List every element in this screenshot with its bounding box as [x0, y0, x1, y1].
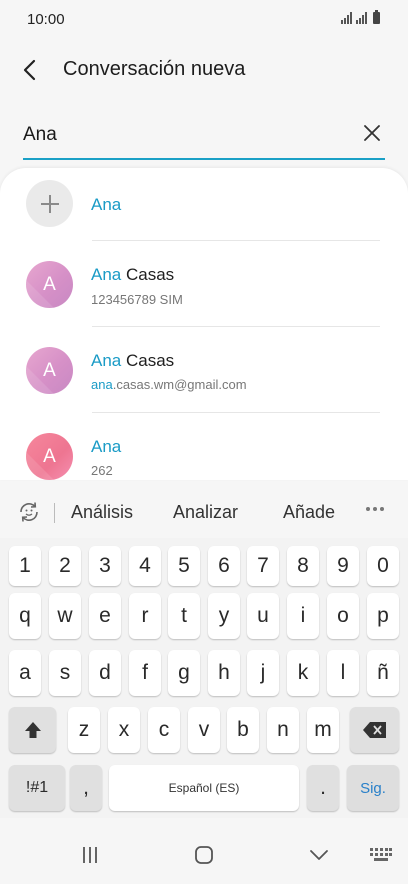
key-8[interactable]: 8 [287, 546, 319, 586]
key-o[interactable]: o [327, 593, 359, 639]
key-1[interactable]: 1 [9, 546, 41, 586]
key-c[interactable]: c [148, 707, 180, 753]
shift-key[interactable] [9, 707, 56, 753]
key-a[interactable]: a [9, 650, 41, 696]
keyboard: 1 2 3 4 5 6 7 8 9 0 q w e r t y u i o p … [0, 538, 408, 818]
keyboard-icon[interactable] [366, 840, 396, 870]
key-r[interactable]: r [129, 593, 161, 639]
back-arrow-icon[interactable] [16, 56, 44, 84]
contact-row[interactable]: A Ana Casas ana.casas.wm@gmail.com [0, 327, 408, 413]
suggestion-1[interactable]: Análisis [71, 502, 133, 523]
contact-name: Ana Casas [91, 351, 175, 370]
key-j[interactable]: j [247, 650, 279, 696]
key-w[interactable]: w [49, 593, 81, 639]
comma-key[interactable]: , [70, 765, 102, 811]
recents-icon[interactable] [75, 840, 105, 870]
key-b[interactable]: b [227, 707, 259, 753]
key-d[interactable]: d [89, 650, 121, 696]
key-6[interactable]: 6 [208, 546, 240, 586]
key-e[interactable]: e [89, 593, 121, 639]
key-0[interactable]: 0 [367, 546, 399, 586]
key-f[interactable]: f [129, 650, 161, 696]
key-s[interactable]: s [49, 650, 81, 696]
key-i[interactable]: i [287, 593, 319, 639]
contact-name: Ana [91, 437, 122, 456]
key-2[interactable]: 2 [49, 546, 81, 586]
suggestion-2[interactable]: Analizar [173, 502, 238, 523]
contact-detail: 123456789 SIM [91, 292, 183, 307]
search-field [23, 112, 385, 160]
search-input[interactable] [23, 120, 343, 150]
key-u[interactable]: u [247, 593, 279, 639]
avatar: A [26, 261, 73, 308]
period-key[interactable]: . [307, 765, 339, 811]
key-m[interactable]: m [307, 707, 339, 753]
contact-detail: 262 [91, 463, 113, 478]
key-t[interactable]: t [168, 593, 200, 639]
suggestion-3[interactable]: Añade [283, 502, 335, 523]
symbols-key[interactable]: !#1 [9, 765, 65, 811]
space-key[interactable]: Español (ES) [109, 765, 299, 811]
more-horizontal-icon[interactable] [366, 507, 384, 511]
backspace-key[interactable] [350, 707, 399, 753]
contact-name: Ana Casas [91, 265, 175, 284]
shift-arrow-icon [24, 722, 41, 738]
status-icons [341, 10, 380, 24]
status-bar: 10:00 [0, 0, 408, 38]
key-z[interactable]: z [68, 707, 100, 753]
wifi-signal-icon [341, 12, 352, 24]
key-l[interactable]: l [327, 650, 359, 696]
chevron-down-icon[interactable] [304, 840, 334, 870]
key-3[interactable]: 3 [89, 546, 121, 586]
key-h[interactable]: h [208, 650, 240, 696]
emoji-refresh-icon[interactable] [16, 499, 42, 525]
battery-icon [373, 10, 380, 24]
plus-icon [26, 180, 73, 227]
contact-detail: ana.casas.wm@gmail.com [91, 377, 247, 392]
add-recipient-label: Ana [91, 195, 122, 214]
avatar: A [26, 433, 73, 480]
close-icon[interactable] [363, 124, 381, 142]
key-9[interactable]: 9 [327, 546, 359, 586]
avatar: A [26, 347, 73, 394]
key-g[interactable]: g [168, 650, 200, 696]
home-icon[interactable] [189, 840, 219, 870]
suggestion-divider [54, 503, 55, 523]
key-enye[interactable]: ñ [367, 650, 399, 696]
navigation-bar [0, 826, 408, 884]
key-4[interactable]: 4 [129, 546, 161, 586]
results-list: Ana A Ana Casas 123456789 SIM A Ana Casa… [0, 168, 408, 480]
key-7[interactable]: 7 [247, 546, 279, 586]
key-5[interactable]: 5 [168, 546, 200, 586]
contact-row[interactable]: A Ana Casas 123456789 SIM [0, 241, 408, 327]
backspace-icon [362, 722, 386, 738]
suggestion-bar: Análisis Analizar Añade [0, 486, 408, 538]
next-key[interactable]: Sig. [347, 765, 399, 811]
key-q[interactable]: q [9, 593, 41, 639]
cell-signal-icon [356, 12, 367, 24]
page-title: Conversación nueva [63, 58, 246, 80]
key-x[interactable]: x [108, 707, 140, 753]
contact-row[interactable]: A Ana 262 [0, 413, 408, 480]
key-k[interactable]: k [287, 650, 319, 696]
header: Conversación nueva [0, 48, 408, 92]
key-n[interactable]: n [267, 707, 299, 753]
key-v[interactable]: v [188, 707, 220, 753]
key-p[interactable]: p [367, 593, 399, 639]
key-y[interactable]: y [208, 593, 240, 639]
status-time: 10:00 [27, 11, 65, 28]
